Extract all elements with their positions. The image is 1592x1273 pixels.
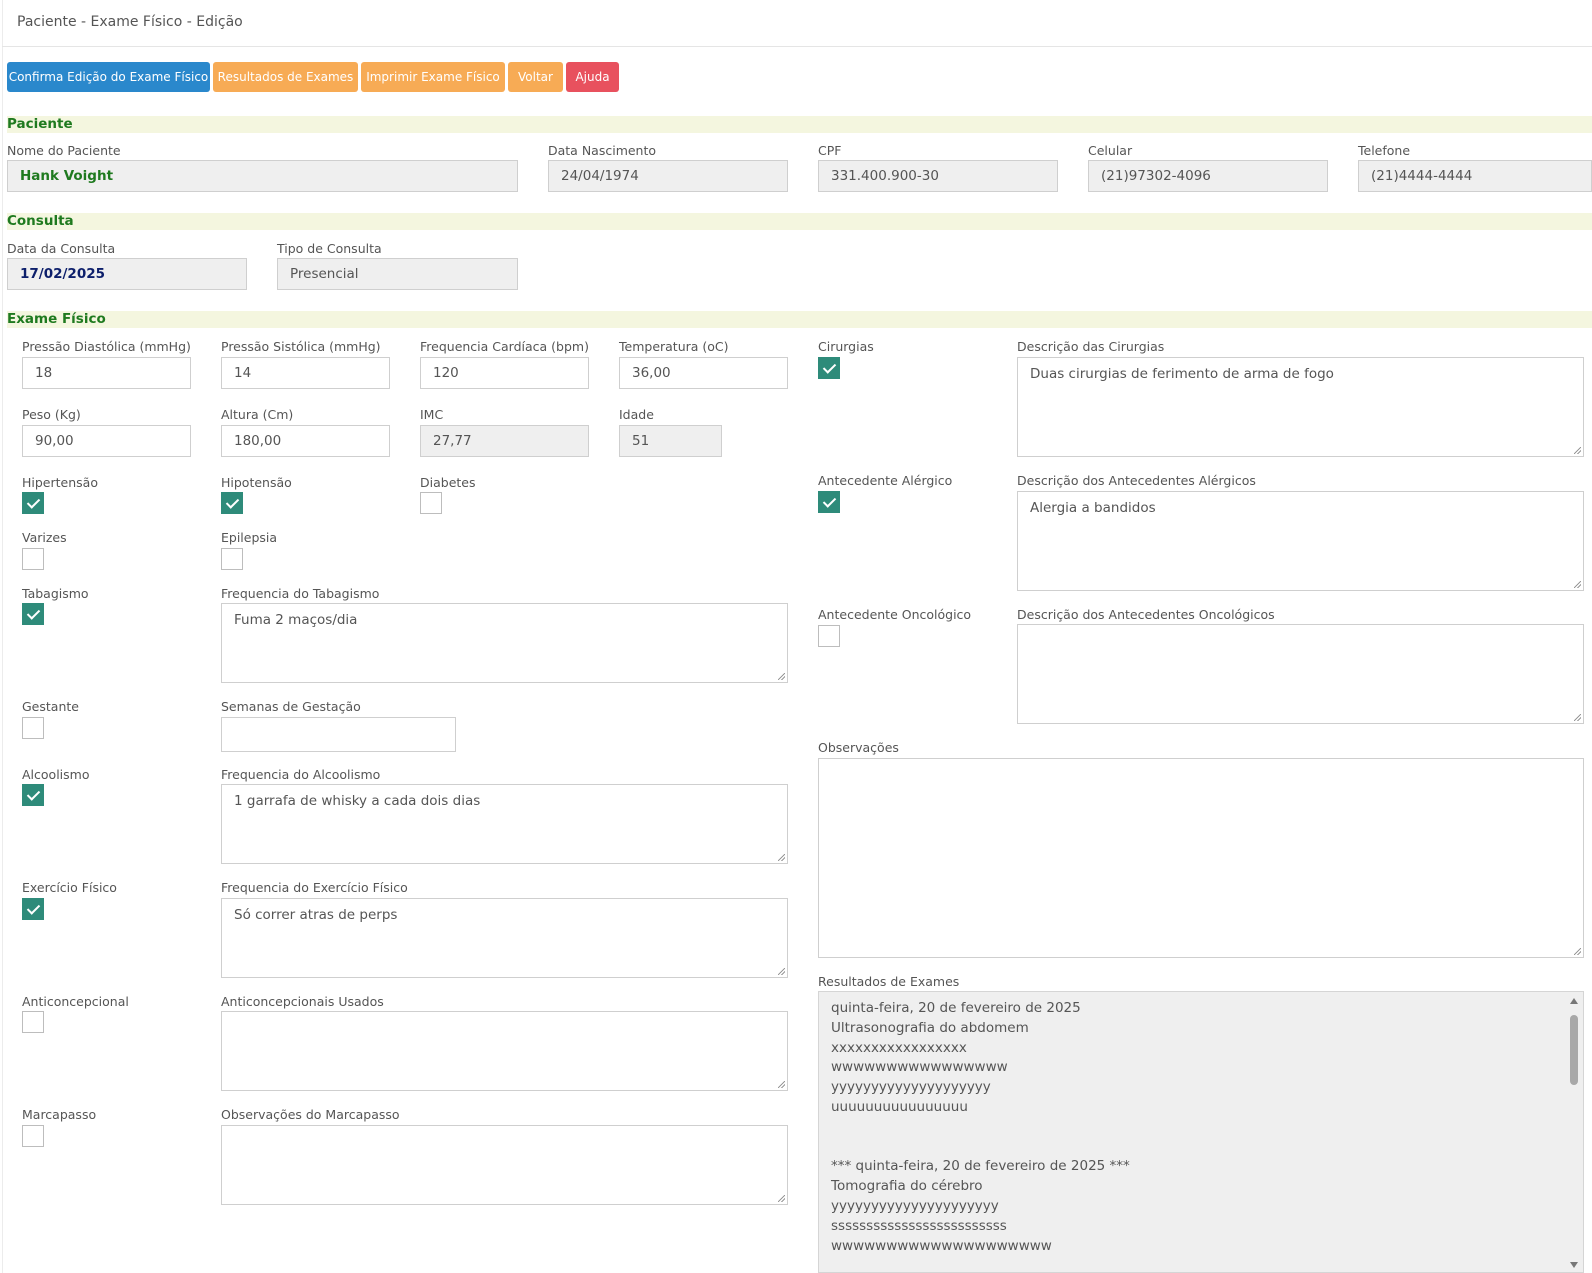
- cellphone-label: Celular: [1088, 143, 1133, 158]
- alcoholism-frequency-textarea[interactable]: 1 garrafa de whisky a cada dois dias: [221, 784, 788, 864]
- pregnant-checkbox[interactable]: [22, 717, 44, 739]
- header-divider: [2, 46, 1592, 47]
- heart-rate-label: Frequencia Cardíaca (bpm): [420, 339, 589, 354]
- epilepsy-checkbox[interactable]: [221, 548, 243, 570]
- observations-textarea[interactable]: [818, 758, 1584, 958]
- surgeries-description-label: Descrição das Cirurgias: [1017, 339, 1165, 354]
- allergy-description-textarea[interactable]: Alergia a bandidos: [1017, 491, 1584, 591]
- consultation-date-label: Data da Consulta: [7, 241, 116, 256]
- diabetes-label: Diabetes: [420, 475, 476, 490]
- birth-date-label: Data Nascimento: [548, 143, 657, 158]
- surgeries-description-textarea[interactable]: Duas cirurgias de ferimento de arma de f…: [1017, 357, 1584, 457]
- weight-label: Peso (Kg): [22, 407, 81, 422]
- alcoholism-frequency-label: Frequencia do Alcoolismo: [221, 767, 381, 782]
- age-field: 51: [619, 425, 722, 457]
- exam-results-textarea[interactable]: quinta-feira, 20 de fevereiro de 2025 Ul…: [818, 991, 1584, 1273]
- scroll-down-arrow-icon[interactable]: [1570, 1262, 1578, 1268]
- diabetes-checkbox[interactable]: [420, 492, 442, 514]
- scrollbar-thumb[interactable]: [1570, 1015, 1578, 1085]
- diastolic-label: Pressão Diastólica (mmHg): [22, 339, 191, 354]
- varicose-label: Varizes: [22, 530, 67, 545]
- pregnant-label: Gestante: [22, 699, 79, 714]
- bmi-label: IMC: [420, 407, 444, 422]
- alcoholism-label: Alcoolismo: [22, 767, 90, 782]
- patient-name-label: Nome do Paciente: [7, 143, 121, 158]
- scroll-up-arrow-icon[interactable]: [1570, 998, 1578, 1004]
- bmi-field: 27,77: [420, 425, 589, 457]
- back-button[interactable]: Voltar: [508, 62, 563, 92]
- phone-field[interactable]: (21)4444-4444: [1358, 160, 1592, 192]
- temperature-label: Temperatura (oC): [619, 339, 729, 354]
- consultation-date-field[interactable]: 17/02/2025: [7, 258, 247, 290]
- pacemaker-notes-label: Observações do Marcapasso: [221, 1107, 400, 1122]
- surgeries-label: Cirurgias: [818, 339, 874, 354]
- left-border: [2, 0, 3, 1273]
- hypotension-checkbox[interactable]: [221, 492, 243, 514]
- patient-name-field[interactable]: Hank Voight: [7, 160, 518, 192]
- contraceptive-label: Anticoncepcional: [22, 994, 129, 1009]
- smoking-label: Tabagismo: [22, 586, 89, 601]
- age-label: Idade: [619, 407, 654, 422]
- alcoholism-checkbox[interactable]: [22, 784, 44, 806]
- observations-label: Observações: [818, 740, 899, 755]
- surgeries-checkbox[interactable]: [818, 357, 840, 379]
- diastolic-input[interactable]: 18: [22, 357, 191, 389]
- weight-input[interactable]: 90,00: [22, 425, 191, 457]
- consultation-type-field[interactable]: Presencial: [277, 258, 518, 290]
- exam-results-label: Resultados de Exames: [818, 974, 960, 989]
- section-paciente: Paciente: [7, 116, 1592, 133]
- allergy-history-label: Antecedente Alérgico: [818, 473, 953, 488]
- cpf-field[interactable]: 331.400.900-30: [818, 160, 1058, 192]
- results-scrollbar[interactable]: [1565, 992, 1583, 1272]
- systolic-input[interactable]: 14: [221, 357, 390, 389]
- smoking-checkbox[interactable]: [22, 603, 44, 625]
- pacemaker-checkbox[interactable]: [22, 1125, 44, 1147]
- contraceptives-used-label: Anticoncepcionais Usados: [221, 994, 384, 1009]
- hypertension-label: Hipertensão: [22, 475, 98, 490]
- contraceptives-used-textarea[interactable]: [221, 1011, 788, 1091]
- consultation-type-label: Tipo de Consulta: [277, 241, 382, 256]
- allergy-history-checkbox[interactable]: [818, 491, 840, 513]
- hypertension-checkbox[interactable]: [22, 492, 44, 514]
- epilepsy-label: Epilepsia: [221, 530, 278, 545]
- section-exame-fisico: Exame Físico: [7, 311, 1592, 328]
- height-input[interactable]: 180,00: [221, 425, 390, 457]
- heart-rate-input[interactable]: 120: [420, 357, 589, 389]
- cellphone-field[interactable]: (21)97302-4096: [1088, 160, 1328, 192]
- confirm-edit-button[interactable]: Confirma Edição do Exame Físico: [7, 62, 210, 92]
- exam-results-button[interactable]: Resultados de Exames: [213, 62, 358, 92]
- smoking-frequency-textarea[interactable]: Fuma 2 maços/dia: [221, 603, 788, 683]
- print-exam-button[interactable]: Imprimir Exame Físico: [361, 62, 505, 92]
- gestation-weeks-label: Semanas de Gestação: [221, 699, 361, 714]
- height-label: Altura (Cm): [221, 407, 294, 422]
- exercise-frequency-textarea[interactable]: Só correr atras de perps: [221, 898, 788, 978]
- pacemaker-notes-textarea[interactable]: [221, 1125, 788, 1205]
- hypotension-label: Hipotensão: [221, 475, 292, 490]
- exercise-checkbox[interactable]: [22, 898, 44, 920]
- help-button[interactable]: Ajuda: [566, 62, 619, 92]
- temperature-input[interactable]: 36,00: [619, 357, 788, 389]
- section-consulta: Consulta: [7, 213, 1592, 230]
- cpf-label: CPF: [818, 143, 842, 158]
- varicose-checkbox[interactable]: [22, 548, 44, 570]
- allergy-description-label: Descrição dos Antecedentes Alérgicos: [1017, 473, 1256, 488]
- exercise-frequency-label: Frequencia do Exercício Físico: [221, 880, 408, 895]
- oncology-description-textarea[interactable]: [1017, 624, 1584, 724]
- oncology-history-checkbox[interactable]: [818, 625, 840, 647]
- contraceptive-checkbox[interactable]: [22, 1011, 44, 1033]
- exam-results-text: quinta-feira, 20 de fevereiro de 2025 Ul…: [831, 1000, 1130, 1254]
- smoking-frequency-label: Frequencia do Tabagismo: [221, 586, 380, 601]
- birth-date-field[interactable]: 24/04/1974: [548, 160, 788, 192]
- systolic-label: Pressão Sistólica (mmHg): [221, 339, 381, 354]
- pacemaker-label: Marcapasso: [22, 1107, 97, 1122]
- gestation-weeks-input[interactable]: [221, 717, 456, 752]
- phone-label: Telefone: [1358, 143, 1411, 158]
- page-title: Paciente - Exame Físico - Edição: [17, 14, 243, 30]
- exercise-label: Exercício Físico: [22, 880, 117, 895]
- oncology-history-label: Antecedente Oncológico: [818, 607, 972, 622]
- oncology-description-label: Descrição dos Antecedentes Oncológicos: [1017, 607, 1275, 622]
